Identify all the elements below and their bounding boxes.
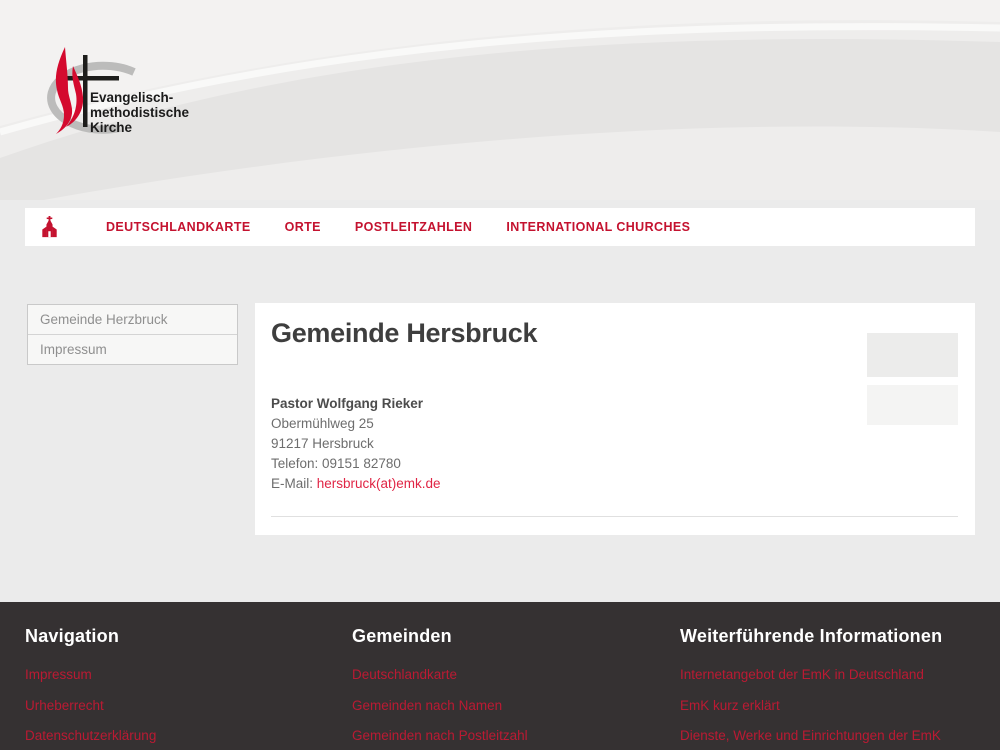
- footer-link-deutschlandkarte[interactable]: Deutschlandkarte: [352, 668, 528, 682]
- church-home-icon: [41, 216, 58, 238]
- footer-link-gemeinden-nach-namen[interactable]: Gemeinden nach Namen: [352, 699, 528, 713]
- sidebar-menu: Gemeinde Herzbruck Impressum: [27, 304, 238, 365]
- footer-heading-weiterfuehrende-informationen: Weiterführende Informationen: [680, 626, 942, 647]
- footer-column-weiterfuehrende-informationen: Weiterführende Informationen Internetang…: [680, 626, 942, 743]
- nav-item-deutschlandkarte[interactable]: DEUTSCHLANDKARTE: [89, 208, 268, 246]
- footer-link-emk-kurz-erklaert[interactable]: EmK kurz erklärt: [680, 699, 942, 713]
- email-link[interactable]: hersbruck(at)emk.de: [317, 476, 441, 491]
- contact-block: Pastor Wolfgang Rieker Obermühlweg 25 91…: [271, 394, 441, 494]
- footer-link-internetangebot-emk[interactable]: Internetangebot der EmK in Deutschland: [680, 668, 942, 682]
- brand-name-line1: Evangelisch-: [90, 90, 173, 105]
- footer-link-impressum[interactable]: Impressum: [25, 668, 156, 682]
- footer-link-urheberrecht[interactable]: Urheberrecht: [25, 699, 156, 713]
- home-button[interactable]: [25, 208, 73, 246]
- content-divider: [271, 516, 958, 517]
- email-label: E-Mail:: [271, 476, 317, 491]
- nav-item-orte[interactable]: ORTE: [268, 208, 338, 246]
- footer-heading-navigation: Navigation: [25, 626, 156, 647]
- street-address: Obermühlweg 25: [271, 414, 441, 434]
- city-address: 91217 Hersbruck: [271, 434, 441, 454]
- email-line: E-Mail: hersbruck(at)emk.de: [271, 474, 441, 494]
- phone-number: Telefon: 09151 82780: [271, 454, 441, 474]
- footer: Navigation Impressum Urheberrecht Datens…: [0, 602, 1000, 750]
- footer-column-navigation: Navigation Impressum Urheberrecht Datens…: [25, 626, 156, 743]
- nav-item-postleitzahlen[interactable]: POSTLEITZAHLEN: [338, 208, 489, 246]
- sidebar-item-gemeinde-herzbruck[interactable]: Gemeinde Herzbruck: [28, 305, 237, 334]
- brand-name-line2: methodistische: [90, 105, 190, 120]
- decorative-gray-block-1: [867, 333, 958, 377]
- brand-name-line3: Kirche: [90, 120, 133, 135]
- content-panel: Gemeinde Hersbruck Pastor Wolfgang Rieke…: [255, 303, 975, 535]
- sidebar-item-impressum[interactable]: Impressum: [28, 334, 237, 364]
- main-navbar: DEUTSCHLANDKARTE ORTE POSTLEITZAHLEN INT…: [25, 208, 975, 246]
- footer-heading-gemeinden: Gemeinden: [352, 626, 528, 647]
- footer-link-gemeinden-nach-postleitzahl[interactable]: Gemeinden nach Postleitzahl: [352, 729, 528, 743]
- page-title: Gemeinde Hersbruck: [271, 318, 537, 349]
- footer-column-gemeinden: Gemeinden Deutschlandkarte Gemeinden nac…: [352, 626, 528, 743]
- nav-menu: DEUTSCHLANDKARTE ORTE POSTLEITZAHLEN INT…: [89, 208, 707, 246]
- footer-link-dienste-werke-einrichtungen[interactable]: Dienste, Werke und Einrichtungen der EmK: [680, 729, 942, 743]
- pastor-name: Pastor Wolfgang Rieker: [271, 394, 441, 414]
- emk-logo[interactable]: Evangelisch- methodistische Kirche: [28, 44, 193, 144]
- decorative-gray-block-2: [867, 385, 958, 425]
- flame-icon: [56, 47, 83, 134]
- footer-link-datenschutzerklaerung[interactable]: Datenschutzerklärung: [25, 729, 156, 743]
- nav-item-international-churches[interactable]: INTERNATIONAL CHURCHES: [489, 208, 707, 246]
